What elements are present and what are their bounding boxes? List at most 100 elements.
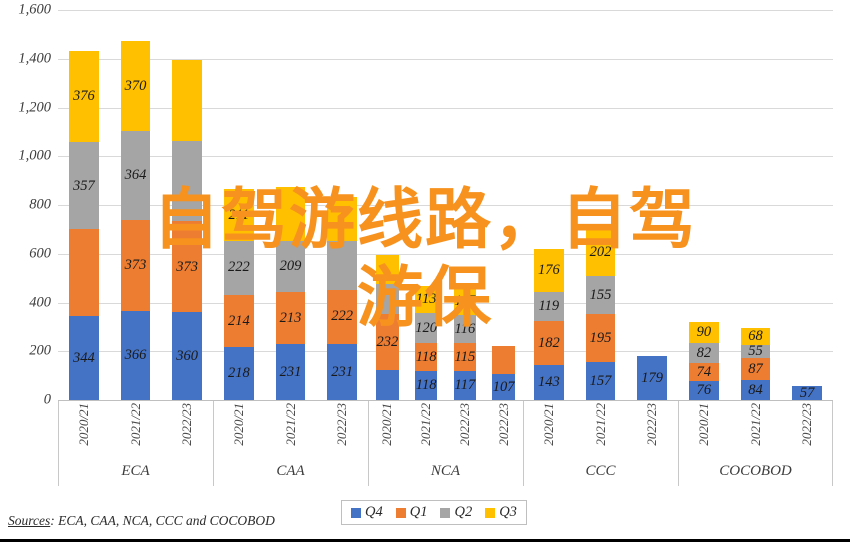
bar-segment-q4[interactable]: 231 <box>327 343 358 400</box>
stacked-bar[interactable]: 179 <box>637 356 668 400</box>
legend-item-q1[interactable]: Q1 <box>395 504 427 521</box>
stacked-bar[interactable]: 211 222 214 218 <box>223 189 254 400</box>
category-tick: 2022/23 <box>781 401 833 454</box>
bar-segment-q4[interactable]: 344 <box>68 316 99 400</box>
stacked-bar[interactable]: 176 119 182 143 <box>533 248 564 400</box>
bar-segment-q2[interactable] <box>327 240 358 290</box>
bar-segment-q1[interactable]: 115 <box>453 343 477 372</box>
bar-value-label: 373 <box>176 258 199 275</box>
bar-segment-q1[interactable]: 118 <box>414 342 438 372</box>
bar-segment-q3[interactable]: 370 <box>120 40 151 132</box>
bar-segment-q2[interactable]: 222 <box>223 240 254 295</box>
bar-segment-q1[interactable]: 373 <box>172 221 203 313</box>
bar-segment-q4[interactable]: 157 <box>585 361 616 400</box>
stacked-bar[interactable]: 113 120 118 118 <box>414 285 438 400</box>
bar-segment-q2[interactable]: 82 <box>688 343 719 364</box>
bar-segment-q1[interactable] <box>68 229 99 317</box>
bar-segment-q1[interactable]: 232 <box>376 313 399 371</box>
bar-value-label: 143 <box>537 374 560 391</box>
legend-swatch-icon <box>351 507 361 518</box>
bar-segment-q1[interactable]: 182 <box>533 320 564 366</box>
bar-slot: 179 <box>626 10 678 400</box>
bar-segment-q2[interactable]: 209 <box>275 240 306 292</box>
legend-item-q2[interactable]: Q2 <box>440 504 472 521</box>
category-group: 2020/21 2021/22 2022/23 <box>58 401 213 454</box>
bar-value-label: 120 <box>415 319 437 336</box>
category-label: 2020/21 <box>230 403 246 446</box>
bar-segment-q1[interactable] <box>492 346 515 374</box>
category-tick: 2021/22 <box>730 401 782 454</box>
group-name-label: CCC <box>523 401 678 488</box>
bar-segment-q4[interactable] <box>376 370 399 400</box>
stacked-bar[interactable]: 117 116 115 117 <box>453 286 477 400</box>
bar-segment-q3[interactable]: 113 <box>414 285 438 314</box>
bar-segment-q2[interactable] <box>172 140 203 222</box>
bar-segment-q3[interactable]: 376 <box>68 50 99 143</box>
bar-segment-q3[interactable] <box>275 186 306 241</box>
bar-value-label: 57 <box>799 386 815 400</box>
bar-segment-q1[interactable]: 195 <box>585 314 616 362</box>
bar-segment-q4[interactable]: 117 <box>453 371 477 400</box>
bar-segment-q2[interactable]: 120 <box>414 313 438 343</box>
category-tick: 2021/22 <box>265 401 317 454</box>
stacked-bar[interactable]: 222 231 <box>327 196 358 400</box>
bar-segment-q2[interactable]: 116 <box>453 315 477 344</box>
stacked-bar[interactable]: 68 55 87 84 <box>740 328 771 400</box>
stacked-bar[interactable]: 209 213 231 <box>275 186 306 400</box>
stacked-bar[interactable]: 107 <box>492 346 515 400</box>
bar-value-label: 366 <box>124 347 147 364</box>
stacked-bar[interactable]: 57 <box>792 386 823 400</box>
stacked-bar[interactable]: 373 360 <box>172 60 203 400</box>
bar-segment-q2[interactable]: 155 <box>585 276 616 315</box>
bar-segment-q4[interactable]: 118 <box>414 371 438 400</box>
bar-segment-q3[interactable]: 117 <box>453 286 477 316</box>
bar-segment-q1[interactable]: 373 <box>120 219 151 311</box>
bar-segment-q1[interactable]: 74 <box>688 363 719 382</box>
category-label: 2020/21 <box>379 403 395 446</box>
stacked-bar[interactable]: 370 364 373 366 <box>120 40 151 400</box>
bar-segment-q3[interactable] <box>172 60 203 141</box>
category-label: 2020/21 <box>695 403 711 446</box>
bar-segment-q2[interactable] <box>376 284 399 314</box>
bar-segment-q1[interactable]: 222 <box>327 289 358 344</box>
bar-segment-q4[interactable]: 84 <box>740 379 771 400</box>
bar-segment-q1[interactable]: 87 <box>740 358 771 380</box>
bar-segment-q4[interactable]: 57 <box>792 386 823 400</box>
bar-segment-q3[interactable] <box>327 196 358 241</box>
bar-segment-q4[interactable]: 76 <box>688 381 719 400</box>
stacked-bar[interactable]: 202 155 195 157 <box>585 227 616 400</box>
bar-segment-q3[interactable]: 202 <box>585 227 616 277</box>
legend-item-q4[interactable]: Q4 <box>351 504 383 521</box>
category-label: 2020/21 <box>75 403 91 446</box>
category-label: 2022/23 <box>799 403 815 446</box>
bar-segment-q4[interactable]: 366 <box>120 310 151 400</box>
bar-group: 211 222 214 218 209 213 231 222 231 <box>213 10 368 453</box>
bar-segment-q1[interactable]: 213 <box>275 291 306 344</box>
bar-segment-q4[interactable]: 143 <box>533 365 564 400</box>
bar-segment-q2[interactable]: 364 <box>120 131 151 220</box>
bar-segment-q3[interactable]: 90 <box>688 321 719 344</box>
bar-value-label: 179 <box>641 369 664 386</box>
stacked-bar[interactable]: 232 <box>376 255 399 400</box>
legend-item-q3[interactable]: Q3 <box>485 504 517 521</box>
category-label: 2022/23 <box>495 403 511 446</box>
bar-segment-q1[interactable]: 214 <box>223 294 254 347</box>
bar-segment-q2[interactable]: 55 <box>740 344 771 359</box>
category-tick: 2021/22 <box>110 401 162 454</box>
bar-segment-q3[interactable]: 211 <box>223 189 254 241</box>
bar-segment-q3[interactable]: 68 <box>740 328 771 345</box>
bar-segment-q2[interactable]: 119 <box>533 291 564 321</box>
bar-segment-q4[interactable]: 179 <box>637 356 668 400</box>
bar-group: 232 113 120 118 118 117 116 115 117 107 <box>368 10 523 453</box>
bar-segment-q4[interactable]: 360 <box>172 312 203 400</box>
category-label: 2021/22 <box>127 403 143 446</box>
chart-legend[interactable]: Q4 Q1 Q2 Q3 <box>341 500 527 525</box>
stacked-bar[interactable]: 90 82 74 76 <box>688 321 719 400</box>
bar-segment-q4[interactable]: 107 <box>492 373 515 400</box>
bar-segment-q4[interactable]: 231 <box>275 343 306 400</box>
bar-segment-q3[interactable]: 176 <box>533 248 564 292</box>
stacked-bar[interactable]: 376 357 344 <box>68 50 99 400</box>
bar-segment-q4[interactable]: 218 <box>223 346 254 400</box>
bar-segment-q2[interactable]: 357 <box>68 142 99 230</box>
bar-segment-q3[interactable] <box>376 255 399 285</box>
